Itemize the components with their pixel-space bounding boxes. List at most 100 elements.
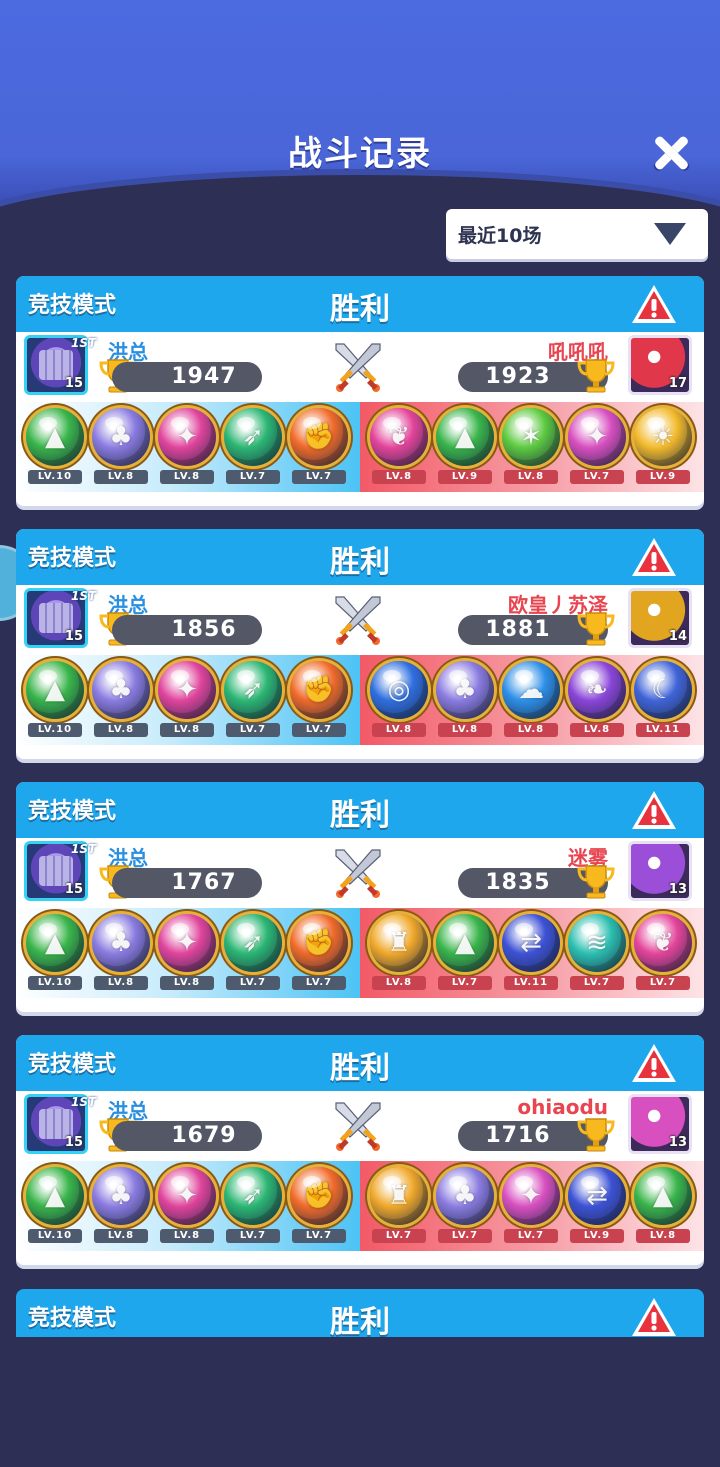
cloud-skill-orb[interactable]: ☁ (502, 661, 560, 719)
record-card[interactable]: 竞技模式 胜利 1ST 15 洪总 1767 迷雾 1835 13 ▲ LV.10 ♣ LV.8 ✦ LV.… (16, 782, 704, 1012)
report-button[interactable] (630, 1041, 678, 1085)
opponent-avatar[interactable]: 14 (628, 588, 692, 648)
crowd-icon: ♣ (109, 422, 133, 452)
butterfly-skill-orb[interactable]: ❧ (568, 661, 626, 719)
skill-level-badge: LV.7 (570, 470, 624, 484)
warning-icon (630, 791, 678, 836)
helmet-skill-orb[interactable]: ♜ (370, 1167, 428, 1225)
skill-level-badge: LV.9 (636, 470, 690, 484)
my-trophy-score: 1947 (112, 362, 262, 392)
report-button[interactable] (630, 282, 678, 326)
skill-level-badge: LV.8 (504, 723, 558, 737)
bow-icon: ➶ (242, 1181, 264, 1211)
skill-level-badge: LV.8 (94, 470, 148, 484)
arrow-up-icon: ▲ (45, 928, 65, 958)
swap-skill-orb[interactable]: ⇄ (502, 914, 560, 972)
crowd-skill-orb[interactable]: ♣ (92, 408, 150, 466)
my-team-panel: ▲ LV.10 ♣ LV.8 ✦ LV.8 ➶ LV.7 ✊ LV.7 (16, 402, 360, 492)
phoenix-skill-orb[interactable]: ✦ (158, 914, 216, 972)
crossed-swords-icon (330, 1099, 386, 1155)
crowd-skill-orb[interactable]: ♣ (436, 1167, 494, 1225)
feather-skill-orb[interactable]: ❦ (370, 408, 428, 466)
arrow-up-skill-orb[interactable]: ▲ (26, 914, 84, 972)
feather-icon: ❦ (652, 928, 674, 958)
fist-skill-orb[interactable]: ✊ (290, 1167, 348, 1225)
opponent-team-panel: ♜ LV.8 ▲ LV.7 ⇄ LV.11 ≋ LV.7 ❦ LV.7 (360, 908, 704, 998)
crowd-skill-orb[interactable]: ♣ (92, 1167, 150, 1225)
skill-level-badge: LV.8 (372, 976, 426, 990)
close-button[interactable] (648, 130, 694, 176)
result-label: 胜利 (330, 798, 390, 833)
crowd-skill-orb[interactable]: ♣ (436, 661, 494, 719)
bow-skill-orb[interactable]: ➶ (224, 661, 282, 719)
dropdown-selected-label: 最近10场 (458, 225, 542, 247)
helmet-skill-orb[interactable]: ♜ (370, 914, 428, 972)
arrow-up-skill-orb[interactable]: ▲ (26, 661, 84, 719)
crowd-icon: ♣ (453, 675, 477, 705)
chevron-down-icon (654, 223, 686, 245)
sun-skill-orb[interactable]: ☀ (634, 408, 692, 466)
report-button[interactable] (630, 535, 678, 579)
record-card[interactable]: 竞技模式 胜利 1ST 15 洪总 1947 吼吼吼 1923 17 ▲ LV.10 ♣ LV.8 ✦ LV… (16, 276, 704, 506)
moon-icon: ☾ (651, 675, 675, 705)
tornado-skill-orb[interactable]: ≋ (568, 914, 626, 972)
avatar-level: 13 (668, 1135, 687, 1150)
my-avatar[interactable]: 1ST 15 (24, 588, 96, 648)
fist-skill-orb[interactable]: ✊ (290, 408, 348, 466)
skill-level-badge: LV.7 (438, 1229, 492, 1243)
star-skill-orb[interactable]: ✶ (502, 408, 560, 466)
vortex-icon: ◎ (387, 675, 411, 705)
opponent-avatar[interactable]: 17 (628, 335, 692, 395)
phoenix-skill-orb[interactable]: ✦ (158, 1167, 216, 1225)
arrow-up-skill-orb[interactable]: ▲ (436, 408, 494, 466)
record-card[interactable]: 竞技模式 胜利 1ST 15 洪总 1856 欧皇丿苏泽 1881 14 ▲ LV.10 ♣ LV.8 ✦… (16, 529, 704, 759)
fist-skill-orb[interactable]: ✊ (290, 914, 348, 972)
bow-skill-orb[interactable]: ➶ (224, 914, 282, 972)
crowd-skill-orb[interactable]: ♣ (92, 661, 150, 719)
record-card[interactable]: 竞技模式 胜利 1ST 15 洪总 1679 ohiaodu 1716 13 ▲ LV.10 ♣ LV.… (16, 1035, 704, 1265)
warning-icon (630, 1044, 678, 1089)
skill-level-badge: LV.7 (292, 976, 346, 990)
card-header: 竞技模式 胜利 (16, 276, 704, 332)
skill-level-badge: LV.8 (636, 1229, 690, 1243)
result-label: 胜利 (330, 545, 390, 580)
crowd-skill-orb[interactable]: ♣ (92, 914, 150, 972)
opponent-team-panel: ❦ LV.8 ▲ LV.9 ✶ LV.8 ✦ LV.7 ☀ LV.9 (360, 402, 704, 492)
arrow-up-skill-orb[interactable]: ▲ (26, 1167, 84, 1225)
opponent-avatar[interactable]: 13 (628, 841, 692, 901)
feather-skill-orb[interactable]: ❦ (634, 914, 692, 972)
arrow-up-skill-orb[interactable]: ▲ (26, 408, 84, 466)
opponent-avatar[interactable]: 13 (628, 1094, 692, 1154)
avatar-level: 15 (64, 882, 83, 897)
rank-badge: 1ST (71, 1095, 97, 1109)
fist-skill-orb[interactable]: ✊ (290, 661, 348, 719)
phoenix-skill-orb[interactable]: ✦ (568, 408, 626, 466)
arrow-up-skill-orb[interactable]: ▲ (436, 914, 494, 972)
bow-skill-orb[interactable]: ➶ (224, 408, 282, 466)
moon-skill-orb[interactable]: ☾ (634, 661, 692, 719)
phoenix-skill-orb[interactable]: ✦ (502, 1167, 560, 1225)
arrow-up-skill-orb[interactable]: ▲ (634, 1167, 692, 1225)
vortex-skill-orb[interactable]: ◎ (370, 661, 428, 719)
skill-level-badge: LV.8 (160, 723, 214, 737)
swap-skill-orb[interactable]: ⇄ (568, 1167, 626, 1225)
avatar-level: 14 (668, 629, 687, 644)
skill-level-badge: LV.8 (94, 976, 148, 990)
report-button[interactable] (630, 1295, 678, 1337)
match-count-dropdown[interactable]: 最近10场 (446, 209, 708, 259)
feather-icon: ❦ (388, 422, 410, 452)
rank-badge: 1ST (71, 336, 97, 350)
phoenix-icon: ✦ (176, 928, 198, 958)
my-avatar[interactable]: 1ST 15 (24, 841, 96, 901)
phoenix-skill-orb[interactable]: ✦ (158, 408, 216, 466)
skill-level-badge: LV.8 (372, 723, 426, 737)
report-button[interactable] (630, 788, 678, 832)
trophy-icon (576, 862, 616, 900)
skill-level-badge: LV.8 (94, 1229, 148, 1243)
skill-level-badge: LV.7 (226, 470, 280, 484)
phoenix-skill-orb[interactable]: ✦ (158, 661, 216, 719)
my-avatar[interactable]: 1ST 15 (24, 335, 96, 395)
my-avatar[interactable]: 1ST 15 (24, 1094, 96, 1154)
bow-skill-orb[interactable]: ➶ (224, 1167, 282, 1225)
avatar-level: 15 (64, 1135, 83, 1150)
